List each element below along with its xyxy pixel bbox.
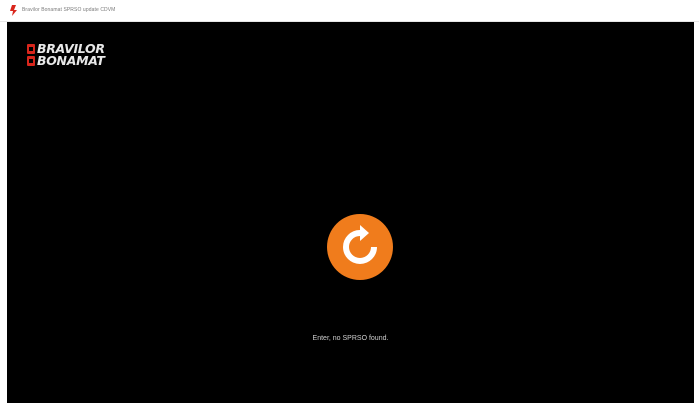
logo-mark-icon — [27, 44, 35, 66]
brand-line-2: BONAMAT — [37, 53, 105, 68]
window-title: Bravilor Bonamat SPRSO update CDVM — [22, 7, 116, 13]
app-icon — [10, 5, 17, 16]
brand-logo: BRAVILOR BONAMAT — [27, 42, 147, 72]
window-border-right — [694, 22, 699, 405]
main-content: BRAVILOR BONAMAT Enter, no SPRSO found. — [7, 22, 694, 403]
window-border-left — [0, 22, 7, 405]
title-bar[interactable]: Bravilor Bonamat SPRSO update CDVM — [0, 0, 699, 22]
status-message: Enter, no SPRSO found. — [312, 335, 389, 342]
refresh-button[interactable] — [327, 214, 393, 280]
refresh-icon — [343, 225, 377, 264]
app-window: Bravilor Bonamat SPRSO update CDVM BRAVI… — [0, 0, 699, 405]
